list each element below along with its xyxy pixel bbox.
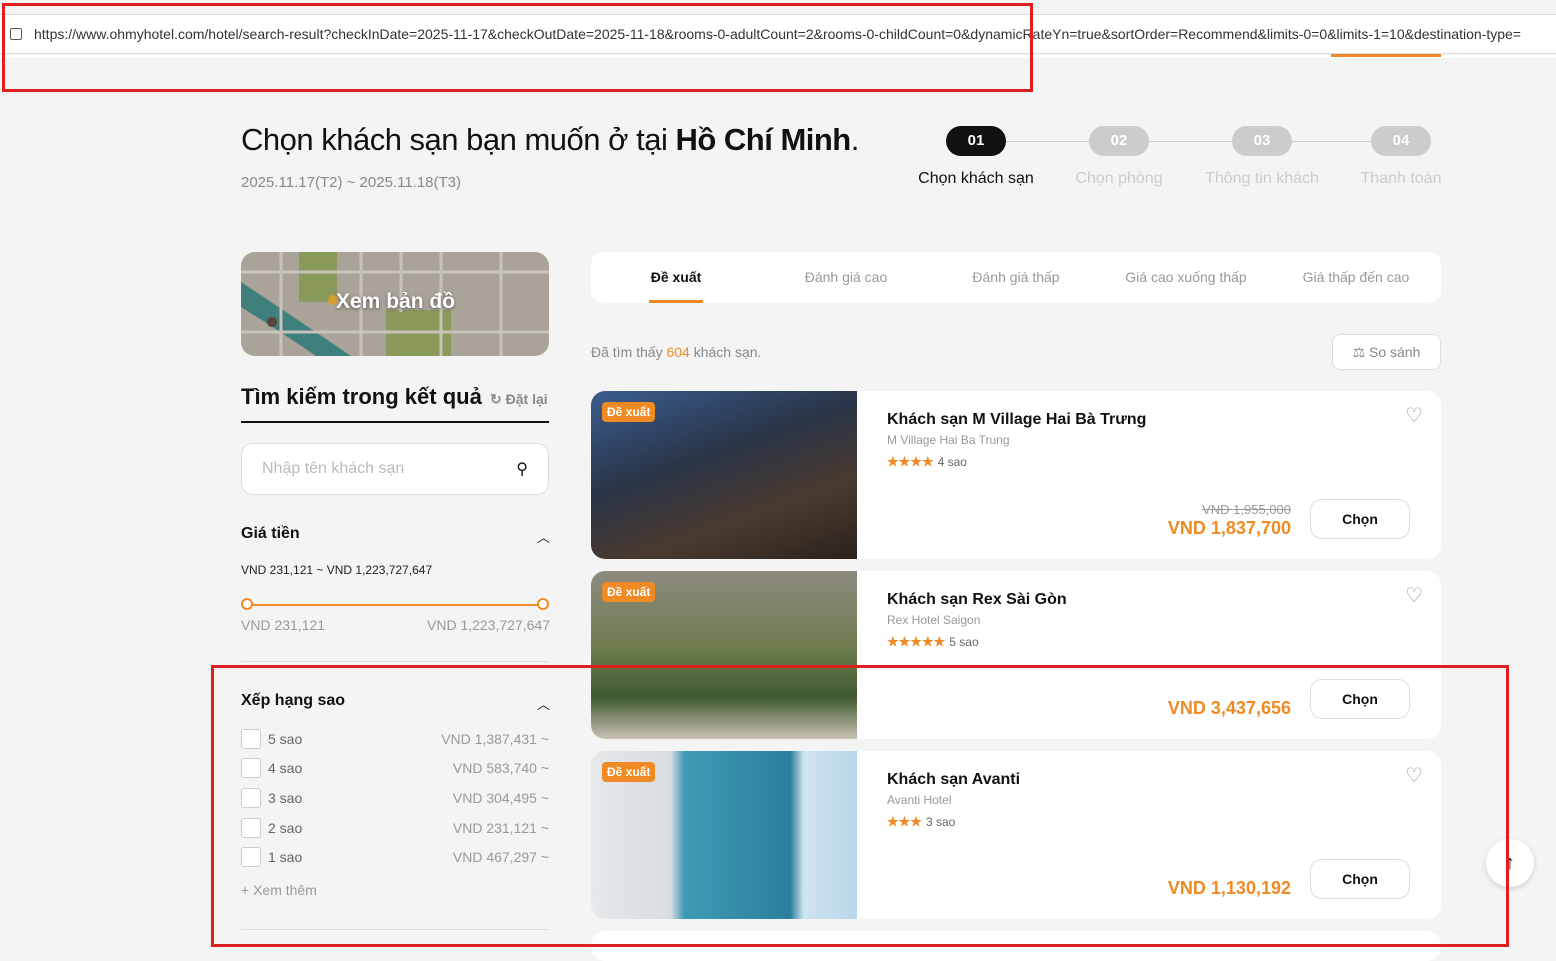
hotel-name[interactable]: Khách sạn Avanti [887, 771, 1020, 789]
result-count: Đã tìm thấy 604 khách sạn. [591, 344, 762, 360]
nav-strip [0, 55, 1556, 58]
reset-button[interactable]: ↻ Đặt lại [490, 391, 548, 408]
step-2: 02 Chọn phòng [1049, 126, 1189, 188]
refresh-icon: ↻ [490, 391, 506, 407]
recommended-badge: Đề xuất [602, 762, 656, 782]
stay-dates: 2025.11.17(T2) ~ 2025.11.18(T3) [241, 174, 462, 191]
star-rating: ★★★★★ 5 sao [887, 634, 979, 649]
hotel-english-name: M Village Hai Ba Trung [887, 433, 1010, 447]
select-button[interactable]: Chọn [1310, 499, 1410, 539]
hotel-card[interactable] [591, 931, 1441, 961]
original-price: VND 1,955,000 [1202, 502, 1291, 517]
chevron-up-icon[interactable]: ︿ [537, 694, 550, 713]
price: VND 1,837,700 [1167, 518, 1291, 538]
scale-icon: ⚖ [1352, 344, 1370, 360]
star-rating: ★★★ 3 sao [887, 814, 956, 829]
search-icon[interactable]: ⚲ [516, 459, 528, 479]
select-button[interactable]: Chọn [1310, 859, 1410, 899]
select-button[interactable]: Chọn [1310, 679, 1410, 719]
hotel-name-search[interactable]: Nhập tên khách sạn ⚲ [241, 443, 549, 495]
hotel-english-name: Avanti Hotel [887, 793, 952, 807]
nav-active-indicator [1331, 54, 1441, 57]
tab-rating-low[interactable]: Đánh giá thấp [931, 252, 1101, 303]
hotel-name[interactable]: Khách sạn Rex Sài Gòn [887, 591, 1067, 609]
search-placeholder: Nhập tên khách sạn [262, 460, 405, 477]
compare-button[interactable]: ⚖ So sánh [1332, 334, 1441, 370]
checkbox[interactable] [241, 788, 261, 808]
star-option[interactable]: 2 sao VND 231,121 ~ [241, 818, 549, 838]
star-rating: ★★★★ 4 sao [887, 454, 967, 469]
step-1: 01 Chọn khách sạn [906, 126, 1046, 188]
tab-recommended[interactable]: Đề xuất [591, 252, 761, 303]
step-4: 04 Thanh toán [1331, 126, 1471, 188]
price-max: VND 1,223,727,647 [427, 617, 550, 633]
map-preview[interactable]: Xem bản đồ [241, 252, 549, 356]
heart-icon[interactable]: ♡ [1405, 763, 1423, 788]
price: VND 1,130,192 [1167, 878, 1291, 898]
divider [241, 929, 549, 930]
checkbox[interactable] [241, 758, 261, 778]
heart-icon[interactable]: ♡ [1405, 403, 1423, 428]
price-slider-track[interactable] [247, 604, 543, 606]
divider [241, 661, 549, 662]
show-more-link[interactable]: + Xem thêm [241, 882, 317, 898]
price-filter-title: Giá tiền [241, 525, 300, 542]
price: VND 3,437,656 [1167, 698, 1291, 718]
star-option[interactable]: 3 sao VND 304,495 ~ [241, 788, 549, 808]
hotel-card[interactable]: Đề xuất Khách sạn M Village Hai Bà Trưng… [591, 391, 1441, 559]
hotel-card[interactable]: Đề xuất Khách sạn Rex Sài Gòn Rex Hotel … [591, 571, 1441, 739]
step-3: 03 Thông tin khách [1192, 126, 1332, 188]
page-title: Chọn khách sạn bạn muốn ở tại Hồ Chí Min… [241, 122, 859, 157]
address-bar[interactable]: https://www.ohmyhotel.com/hotel/search-r… [0, 14, 1556, 54]
tab-price-high-low[interactable]: Giá cao xuống thấp [1101, 252, 1271, 303]
chevron-up-icon[interactable]: ︿ [537, 527, 550, 546]
tab-rating-high[interactable]: Đánh giá cao [761, 252, 931, 303]
lock-icon [10, 28, 22, 40]
price-slider-min-handle[interactable] [241, 598, 253, 610]
map-label: Xem bản đồ [336, 290, 456, 313]
checkbox[interactable] [241, 729, 261, 749]
price-min: VND 231,121 [241, 617, 326, 633]
price-slider-max-handle[interactable] [537, 598, 549, 610]
star-option[interactable]: 4 sao VND 583,740 ~ [241, 758, 549, 778]
recommended-badge: Đề xuất [602, 582, 656, 602]
recommended-badge: Đề xuất [602, 402, 656, 422]
heart-icon[interactable]: ♡ [1405, 583, 1423, 608]
url-text: https://www.ohmyhotel.com/hotel/search-r… [34, 26, 1521, 42]
checkbox[interactable] [241, 818, 261, 838]
hotel-card[interactable]: Đề xuất Khách sạn Avanti Avanti Hotel ★★… [591, 751, 1441, 919]
star-filter-title: Xếp hạng sao [241, 692, 346, 709]
checkbox[interactable] [241, 847, 261, 867]
hotel-name[interactable]: Khách sạn M Village Hai Bà Trưng [887, 411, 1146, 429]
plus-icon: + [241, 882, 254, 898]
divider [241, 421, 549, 423]
price-range: VND 231,121 ~ VND 1,223,727,647 [241, 563, 433, 577]
scroll-to-top-button[interactable]: ↑ [1486, 839, 1534, 887]
tab-price-low-high[interactable]: Giá thấp đến cao [1271, 252, 1441, 303]
star-option[interactable]: 5 sao VND 1,387,431 ~ [241, 729, 549, 749]
star-option[interactable]: 1 sao VND 467,297 ~ [241, 847, 549, 867]
sort-tabs: Đề xuất Đánh giá cao Đánh giá thấp Giá c… [591, 252, 1441, 303]
hotel-english-name: Rex Hotel Saigon [887, 613, 981, 627]
arrow-up-icon: ↑ [1505, 852, 1515, 874]
filter-title: Tìm kiếm trong kết quả [241, 384, 482, 409]
